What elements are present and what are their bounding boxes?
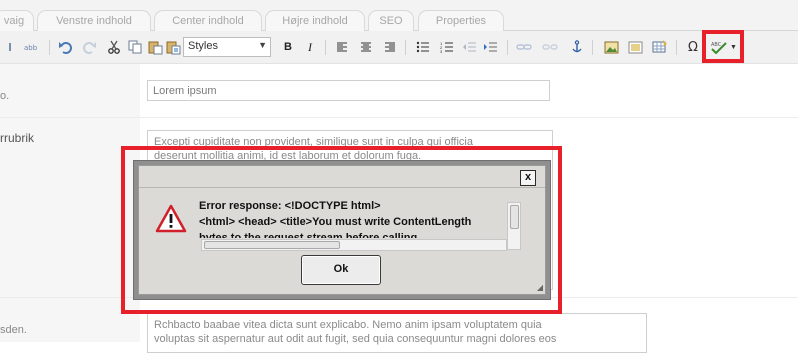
error-message-line: <html> <head> <title>You must write Cont… bbox=[199, 216, 472, 228]
tab-bar: vaig Venstre indhold Center indhold Højr… bbox=[0, 0, 798, 32]
special-char-button[interactable]: Ω bbox=[683, 38, 703, 56]
cut-icon[interactable] bbox=[104, 38, 124, 56]
paste-text-icon[interactable] bbox=[164, 38, 184, 56]
resize-grip-icon[interactable]: ◢ bbox=[537, 283, 543, 292]
undo-icon[interactable] bbox=[55, 38, 75, 56]
link-icon[interactable] bbox=[514, 38, 534, 56]
row-divider bbox=[0, 117, 798, 118]
tab-center-indhold[interactable]: Center indhold bbox=[154, 10, 262, 32]
error-message-line: bytes to the request stream before calli… bbox=[199, 232, 418, 238]
omega-icon: Ω bbox=[688, 39, 698, 55]
text-editor[interactable]: Rchbacto baabae vitea dicta sunt explica… bbox=[147, 313, 647, 353]
redo-icon[interactable] bbox=[80, 38, 100, 56]
toolbar-separator bbox=[49, 40, 50, 55]
toolbar-separator bbox=[405, 40, 406, 55]
title-input[interactable]: Lorem ipsum bbox=[147, 80, 550, 101]
scrollbar-thumb[interactable] bbox=[510, 205, 519, 229]
align-center-icon[interactable] bbox=[356, 38, 376, 56]
italic-button[interactable]: I bbox=[300, 38, 320, 56]
align-right-icon[interactable] bbox=[380, 38, 400, 56]
spellcheck-highlight-box bbox=[702, 30, 744, 63]
dialog-titlebar: x bbox=[139, 166, 545, 188]
image-icon[interactable] bbox=[601, 38, 621, 56]
horizontal-scrollbar[interactable] bbox=[201, 239, 507, 251]
tab-seo[interactable]: SEO bbox=[368, 10, 414, 32]
italic-icon: I bbox=[308, 39, 312, 54]
align-left-icon[interactable] bbox=[332, 38, 352, 56]
label-column bbox=[0, 64, 140, 342]
editor-toolbar: abb Styles ▼ B I 123 Ω ABC ▼ bbox=[0, 30, 798, 64]
ok-button[interactable]: Ok bbox=[301, 255, 381, 285]
dialog-body: x Error response: <!DOCTYPE html> <html>… bbox=[138, 165, 546, 295]
bullet-list-icon[interactable] bbox=[413, 38, 433, 56]
error-warning-icon bbox=[155, 204, 187, 234]
toolbar-separator bbox=[507, 40, 508, 55]
bold-button[interactable]: B bbox=[278, 38, 298, 56]
table-icon[interactable] bbox=[650, 38, 670, 56]
text-line: Rchbacto baabae vitea dicta sunt explica… bbox=[154, 319, 542, 331]
styles-value: Styles bbox=[188, 40, 218, 52]
field-label-content: rrubrik bbox=[0, 131, 35, 145]
unlink-icon[interactable] bbox=[540, 38, 560, 56]
tab-vaig[interactable]: vaig bbox=[0, 10, 34, 32]
bold-icon: B bbox=[284, 41, 292, 53]
numbered-list-icon[interactable]: 123 bbox=[437, 38, 457, 56]
field-label-title: o. bbox=[0, 90, 10, 102]
svg-text:3: 3 bbox=[440, 49, 443, 53]
svg-text:abb: abb bbox=[24, 44, 38, 52]
close-button[interactable]: x bbox=[520, 170, 536, 186]
chevron-down-icon: ▼ bbox=[258, 40, 267, 50]
paste-icon[interactable] bbox=[146, 38, 166, 56]
tab-venstre-indhold[interactable]: Venstre indhold bbox=[37, 10, 151, 32]
copy-icon[interactable] bbox=[125, 38, 145, 56]
anchor-icon[interactable] bbox=[567, 38, 587, 56]
error-message: Error response: <!DOCTYPE html> <html> <… bbox=[199, 198, 511, 238]
toolbar-separator bbox=[592, 40, 593, 55]
error-dialog: x Error response: <!DOCTYPE html> <html>… bbox=[133, 160, 551, 300]
text-line: voluptas sit aspernatur aut odit aut fug… bbox=[154, 333, 557, 345]
error-message-line: Error response: <!DOCTYPE html> bbox=[199, 200, 381, 212]
toolbar-separator bbox=[325, 40, 326, 55]
scrollbar-thumb[interactable] bbox=[204, 241, 340, 249]
flash-icon[interactable] bbox=[625, 38, 645, 56]
toolbar-edge-icon[interactable] bbox=[0, 38, 20, 56]
toolbar-separator bbox=[676, 40, 677, 55]
tab-hojre-indhold[interactable]: Højre indhold bbox=[265, 10, 365, 32]
outdent-icon[interactable] bbox=[460, 38, 480, 56]
indent-icon[interactable] bbox=[481, 38, 501, 56]
styles-dropdown[interactable]: Styles ▼ bbox=[183, 37, 271, 57]
abbr-icon[interactable]: abb bbox=[22, 38, 44, 56]
vertical-scrollbar[interactable] bbox=[507, 202, 521, 250]
field-label-text: sden. bbox=[0, 324, 27, 336]
tab-properties[interactable]: Properties bbox=[418, 10, 504, 32]
